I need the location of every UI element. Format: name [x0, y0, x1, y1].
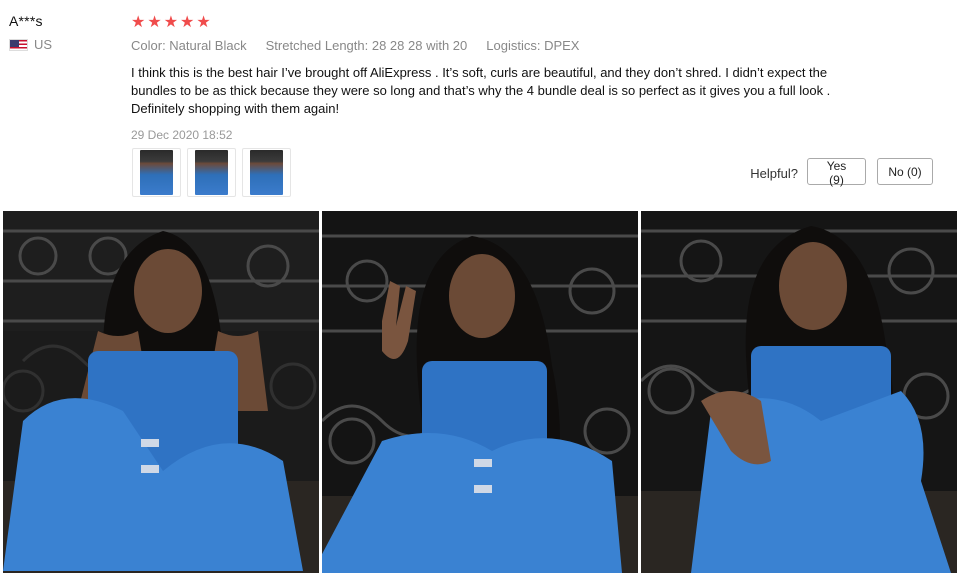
- thumbnail-image: [195, 150, 228, 195]
- helpful-yes-button[interactable]: Yes (9): [807, 158, 866, 187]
- review-meta: Color: Natural Black Stretched Length: 2…: [131, 38, 941, 53]
- thumbnail-image: [140, 150, 173, 195]
- country-code: US: [34, 37, 53, 52]
- review-thumbnails: [132, 148, 291, 197]
- meta-logistics: Logistics: DPEX: [486, 38, 580, 53]
- star-rating: ★ ★ ★ ★ ★: [131, 14, 941, 32]
- reviewer-name: A***s: [9, 13, 43, 29]
- star-icon: ★: [180, 14, 195, 31]
- gallery-photo[interactable]: [3, 211, 319, 573]
- photo-gallery: [3, 211, 957, 573]
- star-icon: ★: [196, 14, 211, 31]
- helpful-label: Helpful?: [750, 166, 798, 181]
- thumbnail-image: [250, 150, 283, 195]
- reviewer-country: US: [9, 37, 52, 52]
- review-thumbnail[interactable]: [187, 148, 236, 197]
- review-body: ★ ★ ★ ★ ★ Color: Natural Black Stretched…: [131, 14, 941, 143]
- helpful-section: Helpful? Yes (9) No (0): [750, 158, 933, 187]
- review-thumbnail[interactable]: [132, 148, 181, 197]
- review-text: I think this is the best hair I’ve broug…: [131, 65, 831, 116]
- reviewer-info: A***s US: [9, 13, 52, 52]
- review-date: 29 Dec 2020 18:52: [131, 128, 233, 142]
- star-icon: ★: [131, 14, 146, 31]
- us-flag-icon: [9, 38, 28, 51]
- star-icon: ★: [147, 14, 162, 31]
- helpful-no-button[interactable]: No (0): [877, 158, 933, 185]
- gallery-photo[interactable]: [641, 211, 957, 573]
- star-icon: ★: [163, 14, 179, 31]
- meta-color: Color: Natural Black: [131, 38, 247, 53]
- gallery-photo[interactable]: [322, 211, 638, 573]
- review-thumbnail[interactable]: [242, 148, 291, 197]
- meta-length: Stretched Length: 28 28 28 with 20: [265, 38, 468, 53]
